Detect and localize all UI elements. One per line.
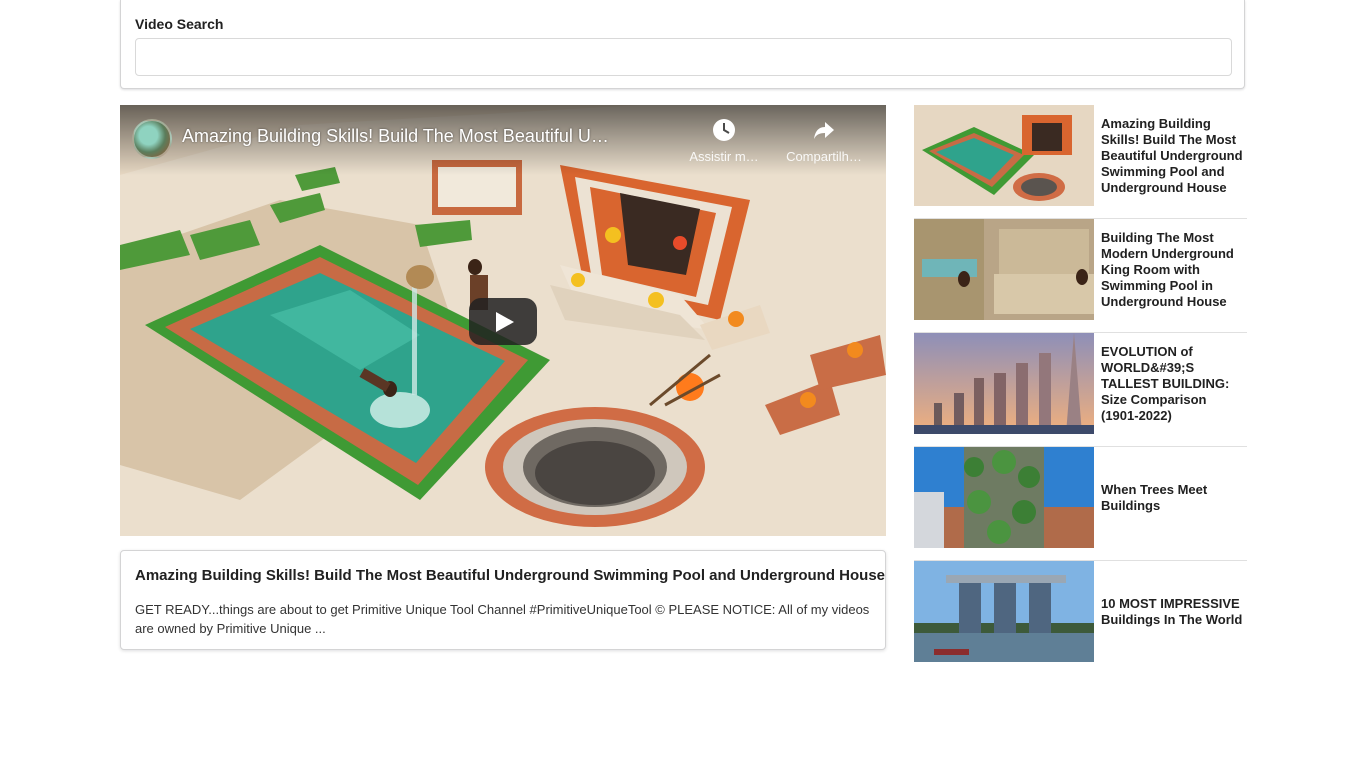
video-list-item[interactable]: 10 MOST IMPRESSIVE Buildings In The Worl… bbox=[914, 561, 1247, 675]
video-list-item-title[interactable]: Building The Most Modern Underground Kin… bbox=[1101, 219, 1247, 320]
share-button[interactable]: Compartilh… bbox=[779, 117, 869, 164]
video-list-item-title[interactable]: 10 MOST IMPRESSIVE Buildings In The Worl… bbox=[1101, 561, 1247, 662]
search-input[interactable] bbox=[135, 38, 1232, 76]
video-list: Amazing Building Skills! Build The Most … bbox=[914, 105, 1247, 675]
play-button[interactable] bbox=[469, 298, 537, 345]
video-thumbnail bbox=[914, 447, 1094, 548]
video-thumbnail bbox=[914, 219, 1094, 320]
video-player[interactable]: Amazing Building Skills! Build The Most … bbox=[120, 105, 886, 536]
video-list-item[interactable]: When Trees Meet Buildings bbox=[914, 447, 1247, 561]
video-thumbnail bbox=[914, 561, 1094, 662]
channel-avatar[interactable] bbox=[132, 119, 172, 159]
video-list-item[interactable]: EVOLUTION of WORLD&#39;S TALLEST BUILDIN… bbox=[914, 333, 1247, 447]
search-panel: Video Search bbox=[120, 0, 1245, 89]
video-list-item[interactable]: Amazing Building Skills! Build The Most … bbox=[914, 105, 1247, 219]
share-label: Compartilh… bbox=[786, 149, 862, 164]
player-title[interactable]: Amazing Building Skills! Build The Most … bbox=[182, 126, 612, 147]
video-thumbnail bbox=[914, 105, 1094, 206]
search-label: Video Search bbox=[135, 16, 224, 32]
video-list-item[interactable]: Building The Most Modern Underground Kin… bbox=[914, 219, 1247, 333]
video-list-item-title[interactable]: Amazing Building Skills! Build The Most … bbox=[1101, 105, 1247, 206]
share-icon bbox=[814, 122, 834, 139]
watch-later-label: Assistir m… bbox=[689, 149, 759, 164]
video-list-item-title[interactable]: EVOLUTION of WORLD&#39;S TALLEST BUILDIN… bbox=[1101, 333, 1247, 434]
video-detail-title: Amazing Building Skills! Build The Most … bbox=[135, 567, 885, 584]
video-detail-card: Amazing Building Skills! Build The Most … bbox=[120, 550, 886, 650]
video-thumbnail bbox=[914, 333, 1094, 434]
watch-later-button[interactable]: Assistir m… bbox=[679, 117, 769, 164]
video-list-item-title[interactable]: When Trees Meet Buildings bbox=[1101, 447, 1247, 548]
video-detail-description: GET READY...things are about to get Prim… bbox=[135, 602, 870, 636]
clock-icon bbox=[713, 119, 735, 141]
